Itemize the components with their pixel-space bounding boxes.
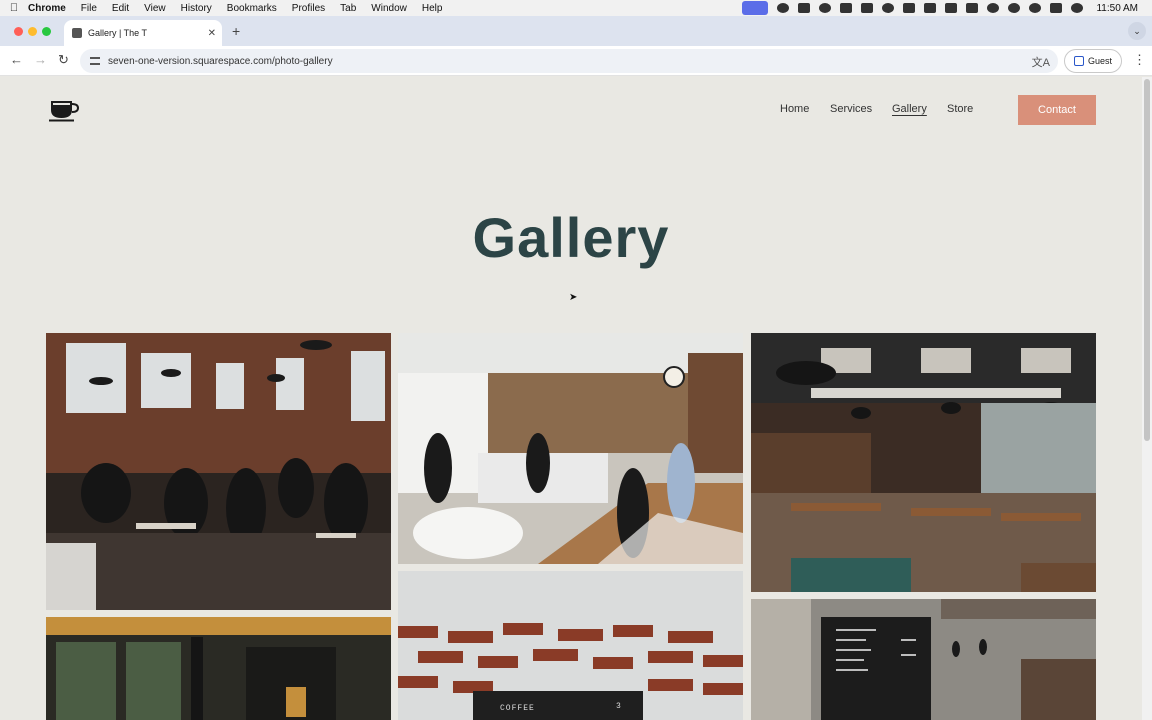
translate-icon[interactable]: 文A (1032, 54, 1050, 70)
app-icon[interactable] (819, 3, 832, 13)
back-icon[interactable]: ← (10, 52, 23, 67)
control-center-icon[interactable] (1050, 3, 1063, 13)
nav-services[interactable]: Services (830, 103, 872, 115)
screen-record-icon[interactable] (742, 1, 769, 15)
zoom-window-button[interactable] (42, 27, 51, 36)
web-page: Home Services Gallery Store Contact Gall… (0, 77, 1142, 720)
user-icon[interactable] (1008, 3, 1021, 13)
menu-help[interactable]: Help (422, 3, 443, 14)
apple-icon[interactable]:  (0, 2, 28, 14)
nav-home[interactable]: Home (780, 103, 809, 115)
bluetooth-icon[interactable] (945, 3, 958, 13)
favicon-icon (72, 28, 82, 38)
close-tab-icon[interactable]: ✕ (208, 28, 216, 39)
volume-icon[interactable] (903, 3, 916, 13)
site-info-icon[interactable] (90, 57, 100, 65)
shield-icon[interactable] (840, 3, 853, 13)
coffee-cup-logo-icon[interactable] (48, 97, 80, 123)
menu-profiles[interactable]: Profiles (292, 3, 325, 14)
menu-history[interactable]: History (181, 3, 212, 14)
mouse-cursor-icon: ➤ (569, 292, 578, 303)
profile-button[interactable]: Guest (1064, 49, 1122, 73)
minimize-window-button[interactable] (28, 27, 37, 36)
status-icons: 11:50 AM (742, 0, 1138, 16)
siri-icon[interactable] (1071, 3, 1084, 13)
gallery-photo-brick-coffee-sign[interactable]: COFFEE 3 (398, 571, 743, 720)
grid-icon[interactable] (861, 3, 874, 13)
scrollbar-thumb[interactable] (1144, 79, 1150, 441)
nav-store[interactable]: Store (947, 103, 973, 115)
profile-icon (1073, 56, 1084, 66)
close-window-button[interactable] (14, 27, 23, 36)
gallery-photo-industrial-cafe[interactable] (751, 333, 1096, 592)
profile-label: Guest (1087, 56, 1112, 66)
page-title: Gallery (472, 206, 670, 269)
browser-tab[interactable]: Gallery | The T ✕ (64, 20, 222, 46)
battery-icon[interactable] (966, 3, 979, 13)
menu-file[interactable]: File (81, 3, 97, 14)
search-icon[interactable] (1029, 3, 1042, 13)
keyboard-icon[interactable] (924, 3, 937, 13)
menu-view[interactable]: View (144, 3, 166, 14)
gallery-photo-crowded-cafe[interactable] (46, 333, 391, 610)
page-scrollbar[interactable] (1142, 77, 1152, 720)
nav-gallery[interactable]: Gallery (892, 103, 927, 115)
tab-title: Gallery | The T (88, 28, 148, 38)
browser-toolbar: ← → ↻ seven-one-version.squarespace.com/… (0, 46, 1152, 76)
wifi-icon[interactable] (987, 3, 1000, 13)
menu-bookmarks[interactable]: Bookmarks (227, 3, 277, 14)
reload-icon[interactable]: ↻ (58, 52, 69, 68)
menu-board-sign: COFFEE (500, 704, 535, 713)
extension-icon[interactable] (798, 3, 811, 13)
tab-search-icon[interactable]: ⌄ (1128, 22, 1146, 40)
browser-tab-strip: Gallery | The T ✕ + ⌄ (0, 16, 1152, 46)
gallery-photo-window-cafe[interactable] (46, 617, 391, 720)
new-tab-icon[interactable]: + (232, 23, 240, 39)
moon-icon[interactable] (882, 3, 895, 13)
menu-clock[interactable]: 11:50 AM (1096, 3, 1138, 14)
url-text[interactable]: seven-one-version.squarespace.com/photo-… (108, 56, 333, 67)
macos-menu-bar:  Chrome File Edit View History Bookmark… (0, 0, 1152, 16)
gallery-photo-coffee-counter[interactable] (398, 333, 743, 564)
menu-window[interactable]: Window (371, 3, 407, 14)
menu-tab[interactable]: Tab (340, 3, 356, 14)
forward-icon[interactable]: → (34, 52, 47, 67)
grammarly-icon[interactable] (777, 3, 790, 13)
menu-board-number: 3 (616, 702, 621, 711)
browser-menu-icon[interactable]: ⋮ (1133, 52, 1146, 68)
menu-app-name[interactable]: Chrome (28, 3, 66, 14)
address-bar[interactable]: seven-one-version.squarespace.com/photo-… (80, 49, 1058, 73)
menu-edit[interactable]: Edit (112, 3, 129, 14)
contact-button[interactable]: Contact (1018, 95, 1096, 125)
gallery-photo-chalkboard-menu[interactable] (751, 599, 1096, 720)
